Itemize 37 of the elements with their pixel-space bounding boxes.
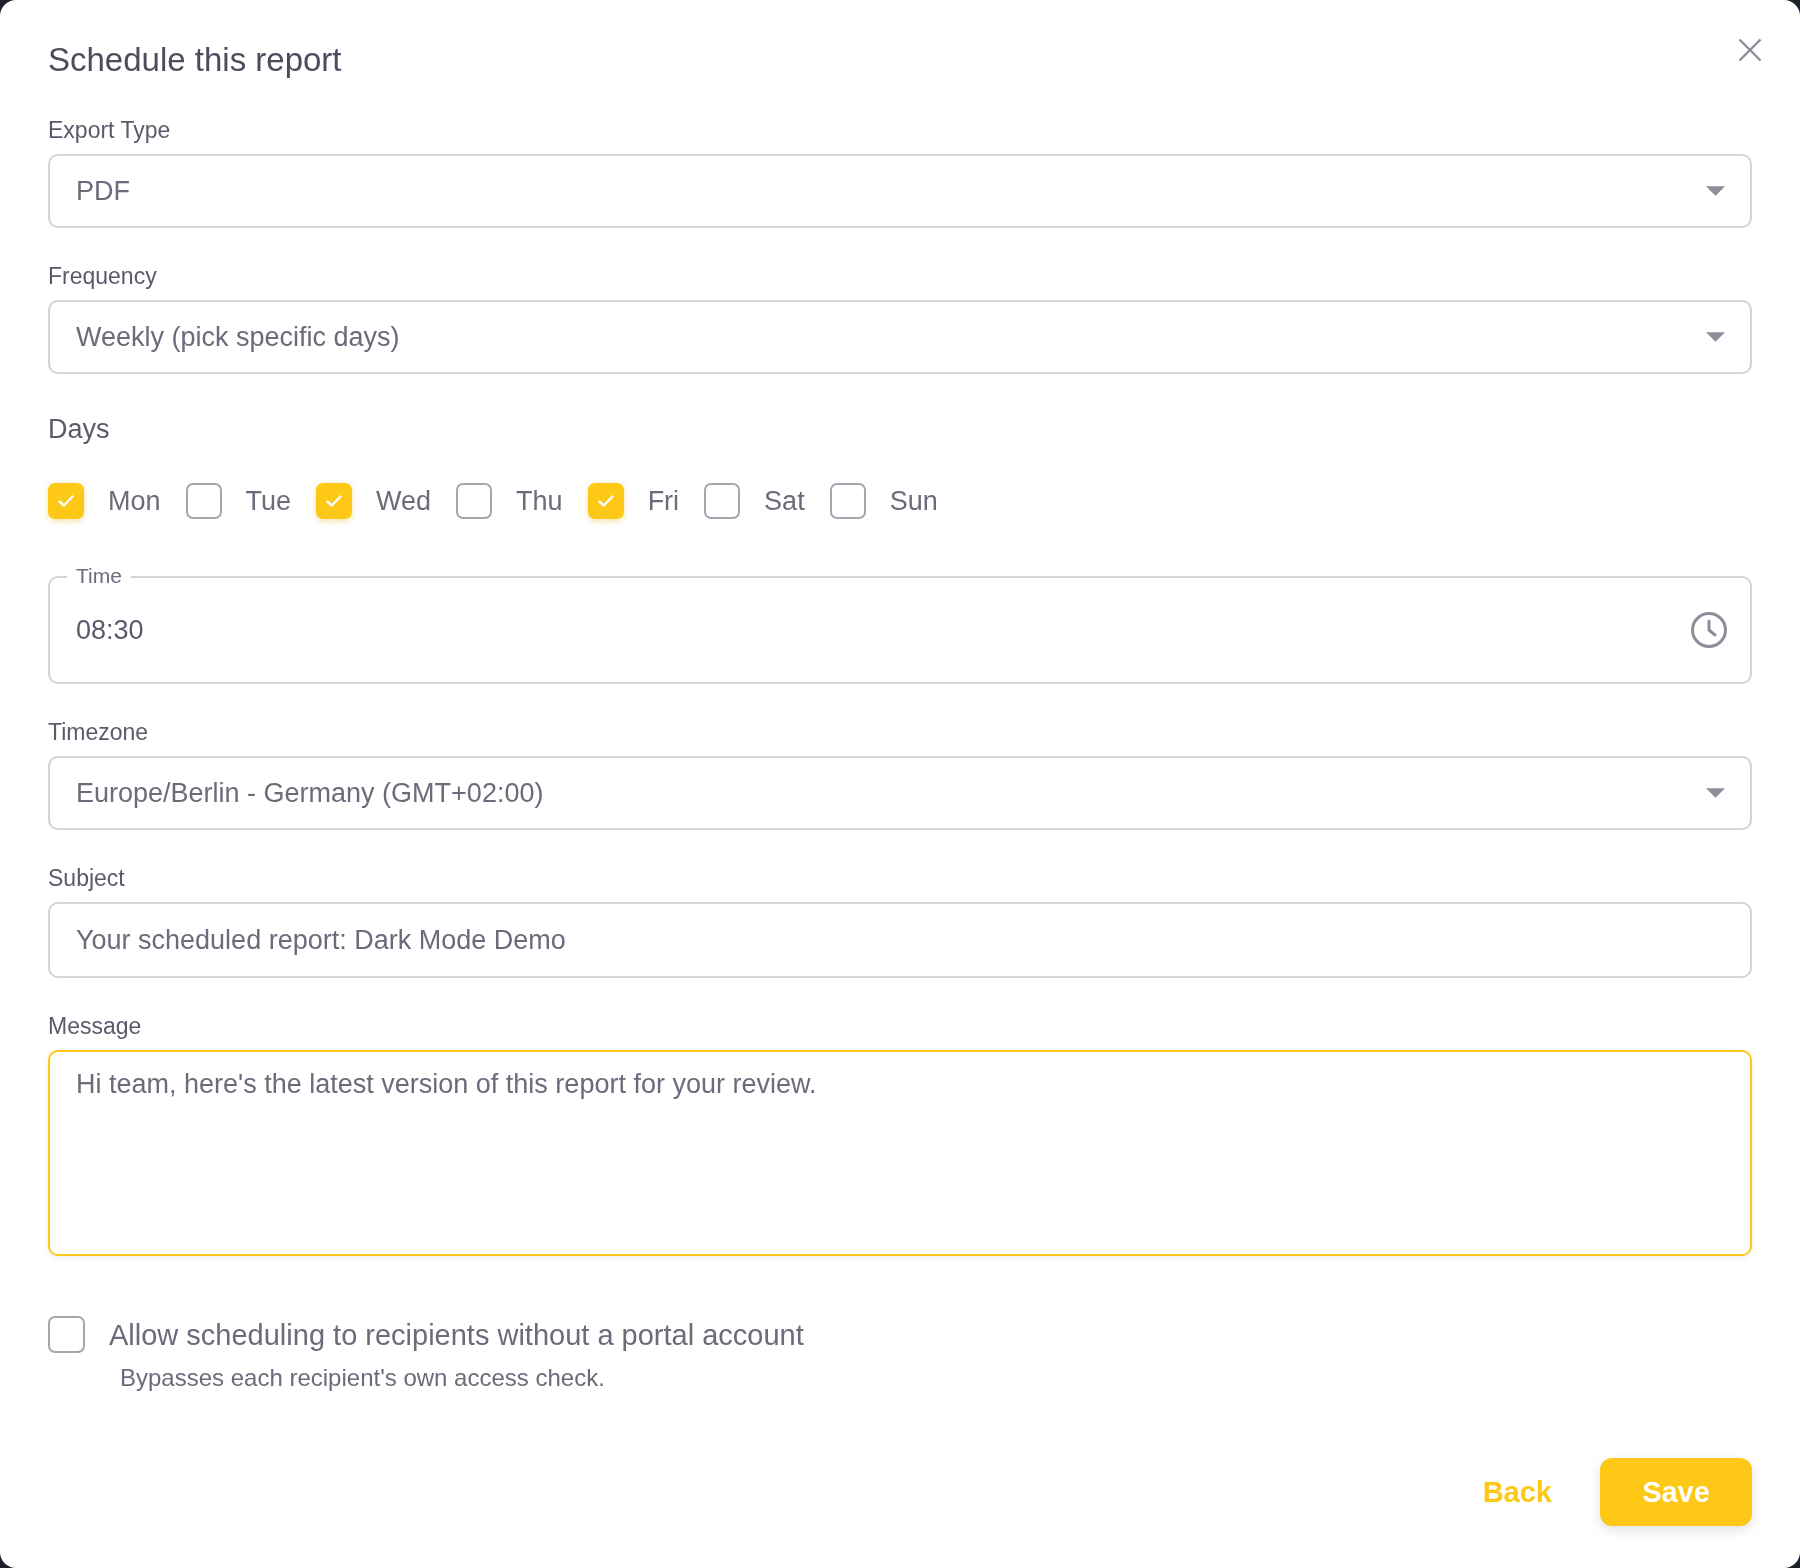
checkbox[interactable]	[704, 483, 741, 519]
caret-icon	[1706, 332, 1725, 342]
checkbox-label: Tue	[245, 485, 292, 517]
checkbox-label: Wed	[376, 485, 432, 517]
checkbox[interactable]	[829, 483, 866, 519]
clock-icon[interactable]	[1690, 611, 1728, 649]
field-label: Export Type	[48, 116, 171, 144]
check-icon	[58, 495, 74, 507]
dialog-title: Schedule this report	[48, 40, 342, 80]
checkbox-label: Mon	[108, 485, 161, 517]
check-icon	[597, 495, 614, 507]
checkbox[interactable]	[48, 483, 84, 519]
checkbox-label: Fri	[647, 485, 680, 517]
close-icon[interactable]	[1738, 38, 1762, 62]
checkbox-label: Allow scheduling to recipients without a portal account	[109, 1317, 804, 1353]
text-field[interactable]: Your scheduled report: Dark Mode Demo	[48, 902, 1752, 978]
hint-text: Bypasses each recipient's own access check.	[120, 1363, 605, 1393]
field-label: Frequency	[48, 262, 157, 290]
checkbox[interactable]	[185, 483, 222, 519]
checkbox-label: Sun	[889, 485, 938, 517]
checkbox[interactable]	[316, 483, 353, 519]
field-label: Message	[48, 1012, 142, 1040]
textarea-field[interactable]: Hi team, here's the latest version of this report for your review.	[48, 1050, 1752, 1256]
checkbox[interactable]	[48, 1316, 85, 1353]
dropdown-field[interactable]: Weekly (pick specific days)	[48, 300, 1752, 374]
check-icon	[326, 495, 343, 507]
checkbox-label: Sat	[764, 485, 805, 517]
field-label: Timezone	[48, 718, 149, 746]
checkbox[interactable]	[456, 483, 493, 519]
dropdown-field[interactable]: PDF	[48, 154, 1752, 228]
field-label: Days	[48, 413, 110, 445]
field-label: Subject	[48, 864, 125, 892]
caret-icon	[1706, 186, 1725, 196]
checkbox[interactable]	[587, 483, 624, 519]
dropdown-field[interactable]: Europe/Berlin - Germany (GMT+02:00)	[48, 756, 1752, 830]
caret-icon	[1706, 788, 1725, 798]
checkbox-label: Thu	[516, 485, 563, 517]
